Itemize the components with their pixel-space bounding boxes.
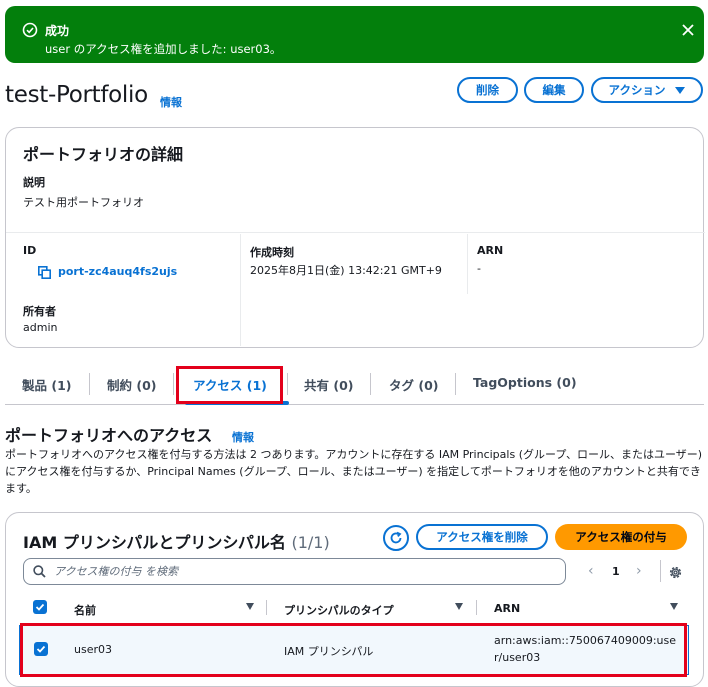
check-icon [35,603,45,611]
next-page-icon[interactable]: › [636,563,642,579]
sort-icon[interactable] [670,603,678,610]
tab-separator [173,373,174,395]
table-title: IAM プリンシパルとプリンシパル名 (1/1) [23,529,330,553]
id-label: ID [23,244,37,257]
delete-button[interactable]: 削除 [457,77,518,103]
table-title-text: IAM プリンシパルとプリンシパル名 [23,533,286,552]
previous-page-icon[interactable]: ‹ [588,563,594,579]
title-info-link[interactable]: 情報 [160,94,182,110]
highlight-box-row [20,623,687,677]
search-input[interactable] [54,565,565,578]
grant-access-button[interactable]: アクセス権の付与 [555,524,687,550]
details-heading: ポートフォリオの詳細 [23,145,184,164]
flash-message: user のアクセス権を追加しました: user03。 [45,42,282,56]
access-info-link[interactable]: 情報 [232,429,254,445]
column-separator[interactable] [476,600,477,615]
refresh-button[interactable] [383,525,409,551]
select-all-checkbox[interactable] [33,600,47,614]
tab-list: 製品 (1) 制約 (0) アクセス (1) 共有 (0) タグ (0) Tag… [5,365,704,405]
tab-tagoptions[interactable]: TagOptions (0) [473,375,577,390]
tab-separator [287,373,288,395]
flash-title: 成功 [45,24,70,38]
tab-products[interactable]: 製品 (1) [22,375,71,394]
owner-value: admin [23,321,58,334]
highlight-box-tab [176,366,283,404]
tab-tags[interactable]: タグ (0) [389,375,438,394]
success-check-icon [22,22,38,38]
column-header-arn[interactable]: ARN [494,602,520,615]
column-divider [240,234,241,346]
tab-constraints[interactable]: 制約 (0) [107,375,156,394]
owner-label: 所有者 [23,305,56,318]
search-field[interactable] [23,558,566,585]
tab-share[interactable]: 共有 (0) [304,375,353,394]
copy-icon[interactable] [38,266,51,279]
portfolio-id-link[interactable]: port-zc4auq4fs2ujs [58,265,177,278]
arn-value: - [477,262,481,275]
tab-separator [89,373,90,395]
actions-label: アクション [608,83,666,97]
pager-separator [660,560,661,582]
table-count: (1/1) [291,533,330,552]
tab-separator [370,373,371,395]
search-icon [33,565,46,578]
sort-icon[interactable] [246,603,254,610]
arn-label: ARN [477,244,504,257]
current-page-number[interactable]: 1 [612,565,620,578]
gear-icon[interactable] [668,565,683,580]
description-label: 説明 [23,176,45,189]
success-flashbar: 成功 user のアクセス権を追加しました: user03。 [5,6,704,63]
portfolio-details-card: ポートフォリオの詳細 説明 テスト用ポートフォリオ ID port-zc4auq… [5,127,705,348]
column-divider [467,234,468,294]
created-label: 作成時刻 [250,246,294,259]
caret-down-icon [675,86,686,94]
sort-icon[interactable] [455,603,463,610]
column-separator[interactable] [266,600,267,615]
access-description: ポートフォリオへのアクセス権を付与する方法は 2 つあります。アカウントに存在す… [5,448,703,495]
edit-button[interactable]: 編集 [524,77,584,103]
actions-dropdown-button[interactable]: アクション [591,77,703,103]
remove-access-button[interactable]: アクセス権を削除 [416,524,548,550]
description-value: テスト用ポートフォリオ [23,196,144,209]
column-header-name[interactable]: 名前 [74,602,96,618]
refresh-icon [390,531,402,544]
tab-separator [455,373,456,395]
close-icon[interactable] [680,22,696,38]
page-title: test-Portfolio [5,82,148,108]
column-header-principal-type[interactable]: プリンシパルのタイプ [284,602,394,618]
created-value: 2025年8月1日(金) 13:42:21 GMT+9 [250,264,442,277]
details-divider [6,232,705,233]
access-section-title: ポートフォリオへのアクセス [5,426,213,445]
